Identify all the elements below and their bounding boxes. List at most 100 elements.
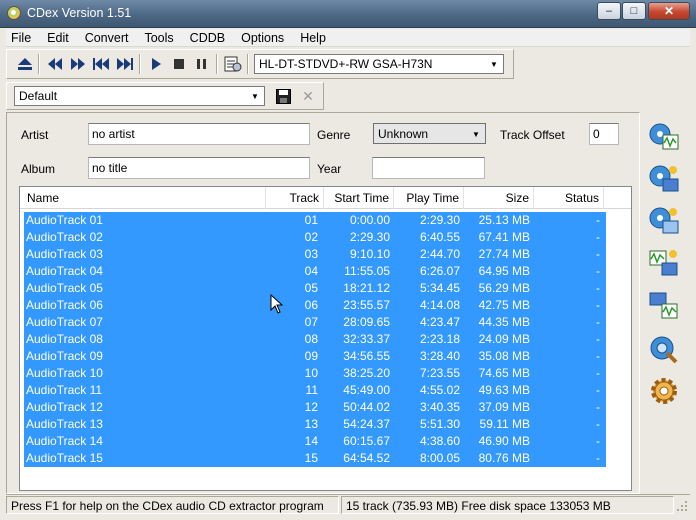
track-offset-input[interactable]: 0: [589, 123, 619, 145]
menu-help[interactable]: Help: [292, 31, 334, 45]
artist-input[interactable]: no artist: [88, 123, 310, 145]
menu-file[interactable]: File: [6, 31, 39, 45]
table-row[interactable]: AudioTrack 04 04 11:55.05 6:26.07 64.95 MB -: [24, 263, 606, 280]
cd-to-wave-icon: [649, 123, 679, 150]
profile-value: Default: [19, 89, 58, 103]
delete-profile-button[interactable]: ✕: [299, 87, 317, 106]
cd-info-icon: [224, 56, 241, 72]
cd-info-button[interactable]: [223, 55, 242, 73]
table-row[interactable]: AudioTrack 03 03 9:10.10 2:44.70 27.74 MB -: [24, 246, 606, 263]
column-header-size[interactable]: Size: [464, 187, 534, 209]
table-row[interactable]: AudioTrack 15 15 64:54.52 8:00.05 80.76 MB -: [24, 450, 606, 467]
table-row[interactable]: AudioTrack 08 08 32:33.37 2:23.18 24.09 MB -: [24, 331, 606, 348]
previous-track-button[interactable]: [91, 55, 110, 73]
track-status: -: [596, 281, 600, 295]
column-header-play-time[interactable]: Play Time: [394, 187, 464, 209]
close-button[interactable]: ✕: [648, 2, 690, 20]
minimize-button[interactable]: –: [597, 2, 621, 20]
track-start-time: 54:24.37: [343, 417, 390, 431]
menu-cddb[interactable]: CDDB: [182, 31, 233, 45]
stop-button[interactable]: [169, 55, 188, 73]
chevron-down-icon[interactable]: ▼: [247, 88, 263, 104]
track-size: 37.09 MB: [478, 400, 530, 414]
genre-select[interactable]: Unknown ▼: [373, 123, 486, 144]
rewind-button[interactable]: [45, 55, 64, 73]
track-size: 42.75 MB: [478, 298, 530, 312]
table-row[interactable]: AudioTrack 10 10 38:25.20 7:23.55 74.65 MB -: [24, 365, 606, 382]
track-name: AudioTrack 09: [26, 349, 103, 363]
menu-edit[interactable]: Edit: [39, 31, 77, 45]
column-header-status[interactable]: Status: [534, 187, 604, 209]
year-input[interactable]: [372, 157, 485, 179]
eject-button[interactable]: [15, 55, 34, 73]
pause-button[interactable]: [192, 55, 211, 73]
track-play-time: 5:51.30: [419, 417, 460, 431]
column-header-start-time[interactable]: Start Time: [324, 187, 394, 209]
menu-convert[interactable]: Convert: [77, 31, 137, 45]
play-button[interactable]: [146, 55, 165, 73]
track-play-time: 4:23.47: [419, 315, 460, 329]
settings-button[interactable]: [644, 372, 684, 410]
track-play-time: 4:38.60: [419, 434, 460, 448]
convert-compressed-button[interactable]: [644, 286, 684, 324]
track-number: 03: [304, 247, 318, 261]
genre-label: Genre: [317, 128, 351, 142]
cdex-app-icon[interactable]: [7, 6, 21, 20]
track-name: AudioTrack 14: [26, 434, 103, 448]
table-row[interactable]: AudioTrack 12 12 50:44.02 3:40.35 37.09 MB -: [24, 399, 606, 416]
toolbar-separator: [247, 54, 249, 74]
track-number: 13: [304, 417, 318, 431]
column-header-track[interactable]: Track: [266, 187, 324, 209]
track-name: AudioTrack 12: [26, 400, 103, 414]
track-play-time: 4:14.08: [419, 298, 460, 312]
title-bar[interactable]: CDex Version 1.51 – □ ✕: [0, 0, 696, 28]
track-start-time: 9:10.10: [349, 247, 390, 261]
table-row[interactable]: AudioTrack 07 07 28:09.65 4:23.47 44.35 MB -: [24, 314, 606, 331]
menu-options[interactable]: Options: [233, 31, 292, 45]
table-row[interactable]: AudioTrack 13 13 54:24.37 5:51.30 59.11 MB -: [24, 416, 606, 433]
convert-wav-button[interactable]: [644, 244, 684, 282]
table-row[interactable]: AudioTrack 06 06 23:55.57 4:14.08 42.75 MB -: [24, 297, 606, 314]
chevron-down-icon[interactable]: ▼: [486, 56, 502, 72]
table-row[interactable]: AudioTrack 02 02 2:29.30 6:40.55 67.41 MB -: [24, 229, 606, 246]
save-profile-button[interactable]: [273, 87, 293, 106]
resize-grip-icon[interactable]: [676, 500, 688, 512]
status-help-text: Press F1 for help on the CDex audio CD e…: [6, 496, 339, 514]
track-number: 07: [304, 315, 318, 329]
track-play-time: 3:28.40: [419, 349, 460, 363]
cdex-window: CDex Version 1.51 – □ ✕ File Edit Conver…: [0, 0, 696, 520]
chevron-down-icon[interactable]: ▼: [468, 126, 484, 142]
track-list[interactable]: Name Track Start Time Play Time Size Sta…: [19, 186, 632, 491]
table-row[interactable]: AudioTrack 09 09 34:56.55 3:28.40 35.08 MB -: [24, 348, 606, 365]
table-row[interactable]: AudioTrack 01 01 0:00.00 2:29.30 25.13 MB -: [24, 212, 606, 229]
next-track-button[interactable]: [115, 55, 134, 73]
extract-partial-button[interactable]: [644, 202, 684, 240]
track-status: -: [596, 451, 600, 465]
table-row[interactable]: AudioTrack 05 05 18:21.12 5:34.45 56.29 MB -: [24, 280, 606, 297]
menu-tools[interactable]: Tools: [136, 31, 181, 45]
status-track-info: 15 track (735.93 MB) Free disk space 133…: [341, 496, 674, 514]
track-name: AudioTrack 07: [26, 315, 103, 329]
extract-to-compressed-button[interactable]: [644, 160, 684, 198]
eject-icon: [17, 58, 32, 70]
column-header-name[interactable]: Name: [20, 187, 266, 209]
fast-forward-button[interactable]: [68, 55, 87, 73]
maximize-button[interactable]: □: [622, 2, 646, 20]
track-number: 10: [304, 366, 318, 380]
track-status: -: [596, 213, 600, 227]
cddb-lookup-button[interactable]: [644, 331, 684, 369]
track-name: AudioTrack 05: [26, 281, 103, 295]
album-input[interactable]: no title: [88, 157, 310, 179]
extract-to-wav-button[interactable]: [644, 118, 684, 156]
table-row[interactable]: AudioTrack 11 11 45:49.00 4:55.02 49.63 MB -: [24, 382, 606, 399]
track-play-time: 5:34.45: [419, 281, 460, 295]
cd-drive-select[interactable]: HL-DT-STDVD+-RW GSA-H73N ▼: [254, 54, 504, 74]
track-name: AudioTrack 08: [26, 332, 103, 346]
pause-icon: [196, 59, 206, 69]
track-number: 01: [304, 213, 318, 227]
profile-select[interactable]: Default ▼: [14, 86, 265, 106]
track-play-time: 4:55.02: [419, 383, 460, 397]
track-size: 25.13 MB: [478, 213, 530, 227]
track-number: 12: [304, 400, 318, 414]
table-row[interactable]: AudioTrack 14 14 60:15.67 4:38.60 46.90 MB -: [24, 433, 606, 450]
